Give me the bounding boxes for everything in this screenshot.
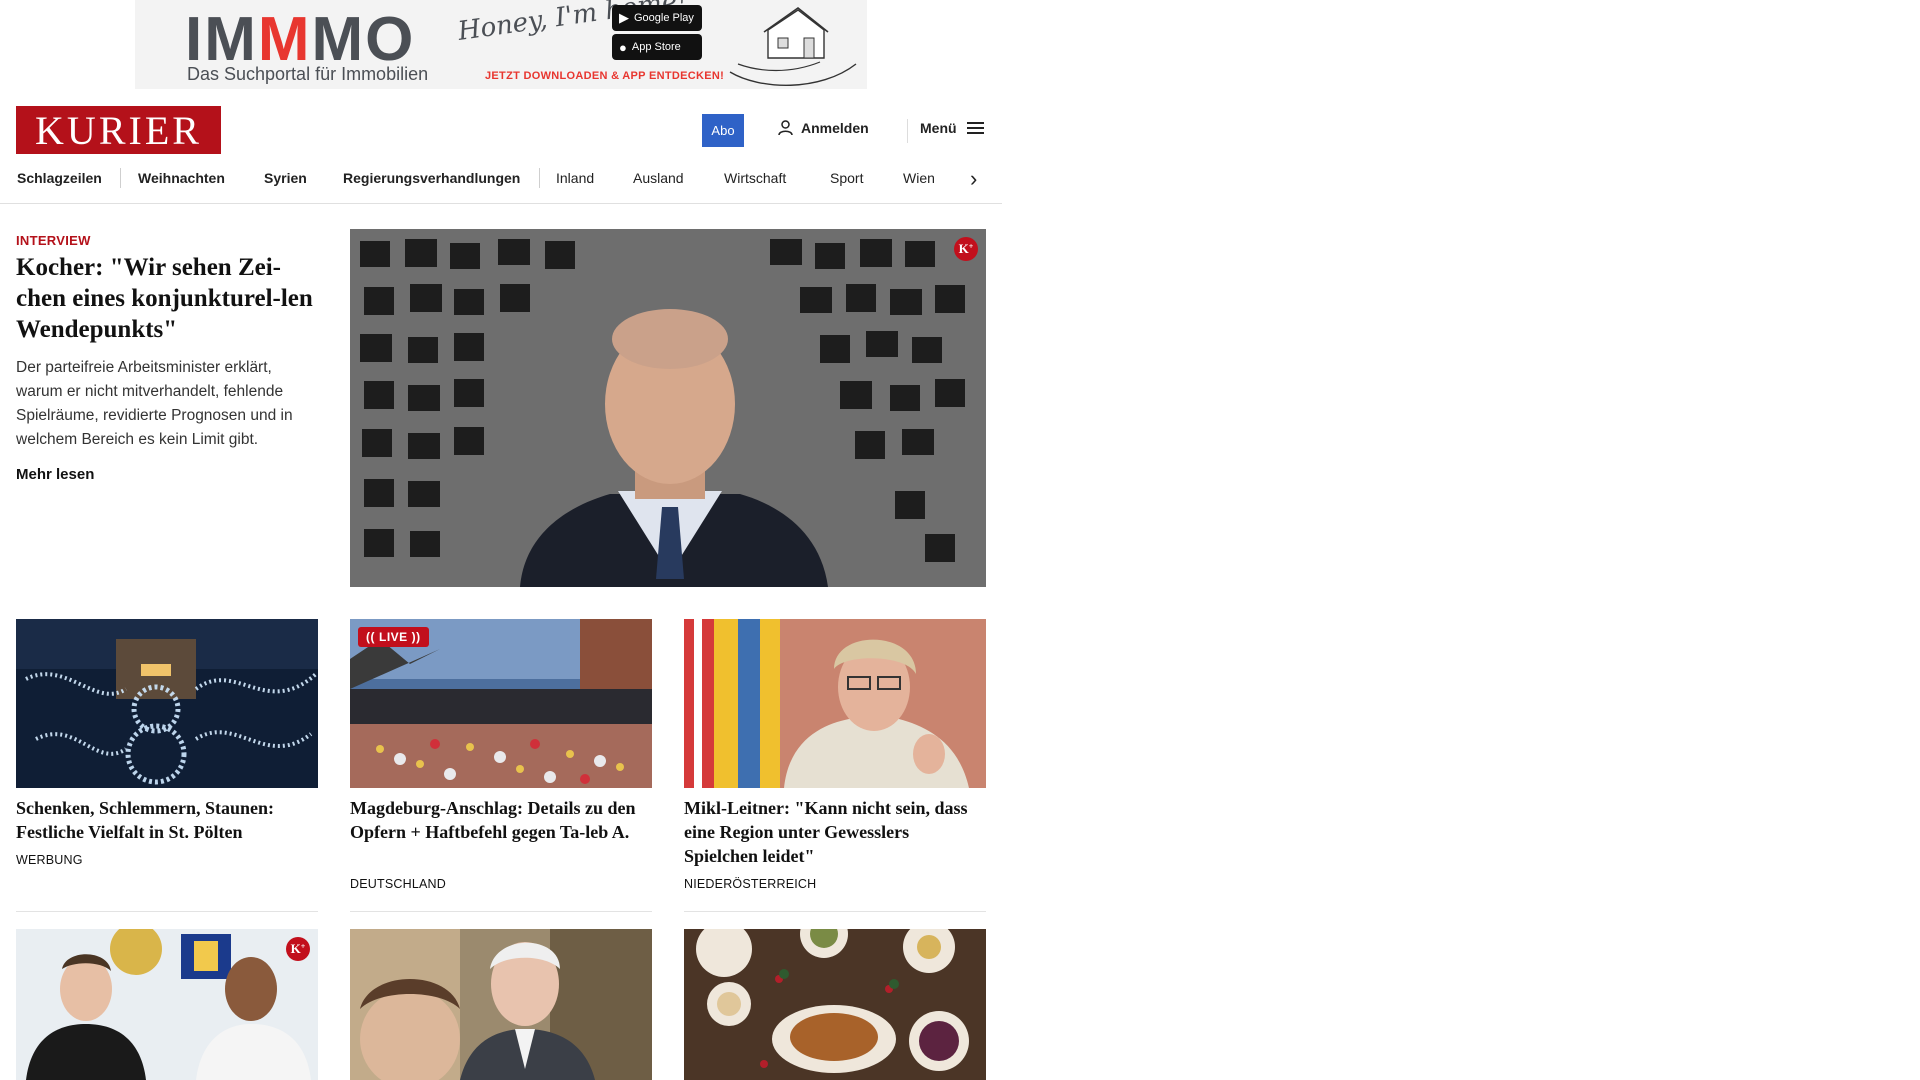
ad-banner[interactable]: IMMMO Das Suchportal für Immobilien Hone… <box>135 0 867 89</box>
nav-item-weihnachten[interactable]: Weihnachten <box>138 170 225 186</box>
nav-item-wirtschaft[interactable]: Wirtschaft <box>724 170 786 186</box>
kurier-plus-badge: K + <box>954 237 978 261</box>
google-play-badge[interactable]: ▶ Google Play <box>612 5 702 31</box>
card-title-2[interactable]: Magdeburg-Anschlag: Details zu den Opfer… <box>350 796 652 844</box>
card-category-3: NIEDERÖSTERREICH <box>684 877 817 891</box>
card-title-1[interactable]: Schenken, Schlemmern, Staunen: Festliche… <box>16 796 318 844</box>
card-category-1: WERBUNG <box>16 853 83 867</box>
abo-button[interactable]: Abo <box>702 114 744 147</box>
card-image-2[interactable]: (( LIVE )) <box>350 619 652 788</box>
nav-item-syrien[interactable]: Syrien <box>264 170 307 186</box>
chevron-right-icon[interactable]: › <box>970 166 977 192</box>
apple-icon: ● <box>619 39 627 55</box>
kurier-plus-badge: K + <box>286 937 310 961</box>
hero-kicker: INTERVIEW <box>16 233 91 248</box>
ad-tagline: Das Suchportal für Immobilien <box>187 64 429 84</box>
login-label: Anmelden <box>801 120 869 136</box>
card-image-6[interactable] <box>684 929 986 1080</box>
card-image-4[interactable]: K + <box>16 929 318 1080</box>
live-wave-icon: )) <box>411 630 421 644</box>
nav-divider <box>539 168 540 188</box>
hamburger-icon <box>966 122 984 134</box>
hero-teaser: Der parteifreie Arbeitsminister erklärt,… <box>16 359 293 448</box>
card-category-2: DEUTSCHLAND <box>350 877 446 891</box>
house-hand-illustration <box>729 6 857 86</box>
hero-image[interactable]: K + <box>350 229 986 587</box>
play-icon: ▶ <box>619 10 629 25</box>
hero-title[interactable]: Kocher: "Wir sehen Zei-chen eines konjun… <box>16 252 316 345</box>
politician-portrait-photo <box>684 619 986 788</box>
portrait-photo <box>350 229 986 587</box>
live-wave-icon: (( <box>366 630 375 644</box>
card-image-3[interactable] <box>684 619 986 788</box>
card-divider <box>350 911 652 912</box>
nav-item-wien[interactable]: Wien <box>903 170 935 186</box>
user-icon <box>778 120 793 136</box>
kurier-logo[interactable]: KURIER <box>16 106 221 154</box>
nav-item-regierungsverhandlungen[interactable]: Regierungsverhandlungen <box>343 170 520 186</box>
card-title-3[interactable]: Mikl-Leitner: "Kann nicht sein, dass ein… <box>684 796 986 868</box>
app-store-badge[interactable]: ● App Store <box>612 34 702 60</box>
login-button[interactable]: Anmelden <box>778 120 869 136</box>
festive-dinner-photo <box>684 929 986 1080</box>
card-image-5[interactable] <box>350 929 652 1080</box>
nav-divider <box>120 168 121 188</box>
nav-item-sport[interactable]: Sport <box>830 170 863 186</box>
menu-label: Menü <box>920 120 957 136</box>
nav-item-ausland[interactable]: Ausland <box>633 170 684 186</box>
card-divider <box>684 911 986 912</box>
section-nav: Schlagzeilen Weihnachten Syrien Regierun… <box>0 164 1002 204</box>
nav-item-schlagzeilen[interactable]: Schlagzeilen <box>17 170 102 186</box>
ad-cta: JETZT DOWNLOADEN & APP ENTDECKEN! <box>485 70 725 82</box>
nav-item-inland[interactable]: Inland <box>556 170 594 186</box>
live-badge: (( LIVE )) <box>358 627 429 647</box>
read-more-link[interactable]: Mehr lesen <box>16 466 94 483</box>
menu-button[interactable]: Menü <box>920 120 984 136</box>
football-signing-photo <box>16 929 318 1080</box>
king-charles-photo <box>350 929 652 1080</box>
card-divider <box>16 911 318 912</box>
header-divider <box>907 119 908 143</box>
christmas-lights-photo <box>16 619 318 788</box>
card-image-1[interactable] <box>16 619 318 788</box>
